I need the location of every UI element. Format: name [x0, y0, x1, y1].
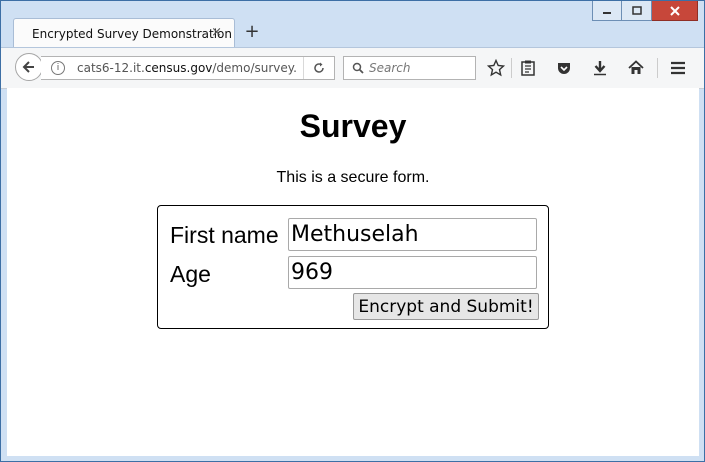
age-label: Age — [170, 261, 211, 287]
minimize-button[interactable] — [592, 1, 622, 21]
age-input[interactable] — [288, 256, 537, 289]
back-button[interactable] — [15, 53, 43, 81]
window-bottom-border — [1, 456, 704, 461]
page-content: Survey This is a secure form. First name… — [7, 88, 699, 456]
tab-close-icon[interactable]: × — [211, 25, 222, 40]
survey-form: First name Age Encrypt and Submit! — [157, 205, 549, 329]
maximize-icon — [631, 5, 642, 15]
first-name-input[interactable] — [288, 218, 537, 251]
downloads-icon[interactable] — [589, 57, 611, 79]
first-name-label: First name — [170, 222, 279, 248]
toolbar-separator — [657, 58, 658, 78]
bookmark-star-icon[interactable] — [485, 57, 507, 79]
close-icon — [669, 5, 680, 16]
menu-icon[interactable] — [667, 57, 689, 79]
back-arrow-icon — [22, 61, 34, 73]
reading-list-icon[interactable] — [517, 57, 539, 79]
pocket-icon[interactable] — [553, 57, 575, 79]
reload-icon — [314, 62, 324, 73]
reload-button[interactable] — [303, 57, 334, 79]
browser-window: Encrypted Survey Demonstration × + i cat… — [0, 0, 705, 462]
page-title: Survey — [299, 108, 407, 144]
info-icon[interactable]: i — [51, 61, 65, 75]
maximize-button[interactable] — [622, 1, 652, 21]
tab-active[interactable]: Encrypted Survey Demonstration × — [13, 18, 235, 48]
search-icon — [352, 62, 364, 74]
new-tab-button[interactable]: + — [243, 21, 261, 42]
url-domain: census.gov — [144, 61, 213, 75]
close-window-button[interactable] — [652, 1, 698, 21]
url-bar[interactable]: i cats6-12.it.census.gov/demo/survey.c — [41, 56, 335, 80]
toolbar-separator — [511, 58, 512, 78]
url-text[interactable]: cats6-12.it.census.gov/demo/survey.c — [77, 61, 297, 75]
page-subtitle: This is a secure form. — [276, 169, 430, 186]
home-icon[interactable] — [625, 57, 647, 79]
search-bar[interactable]: Search — [343, 56, 476, 80]
search-placeholder: Search — [369, 61, 411, 75]
minimize-icon — [603, 11, 611, 14]
tab-title: Encrypted Survey Demonstration — [32, 26, 233, 41]
url-prefix: cats6-12.it. — [77, 61, 145, 75]
encrypt-submit-button[interactable]: Encrypt and Submit! — [353, 293, 539, 320]
window-controls — [592, 1, 698, 21]
url-suffix: /demo/survey.c — [212, 61, 297, 75]
navigation-bar: i cats6-12.it.census.gov/demo/survey.c S… — [1, 47, 704, 89]
